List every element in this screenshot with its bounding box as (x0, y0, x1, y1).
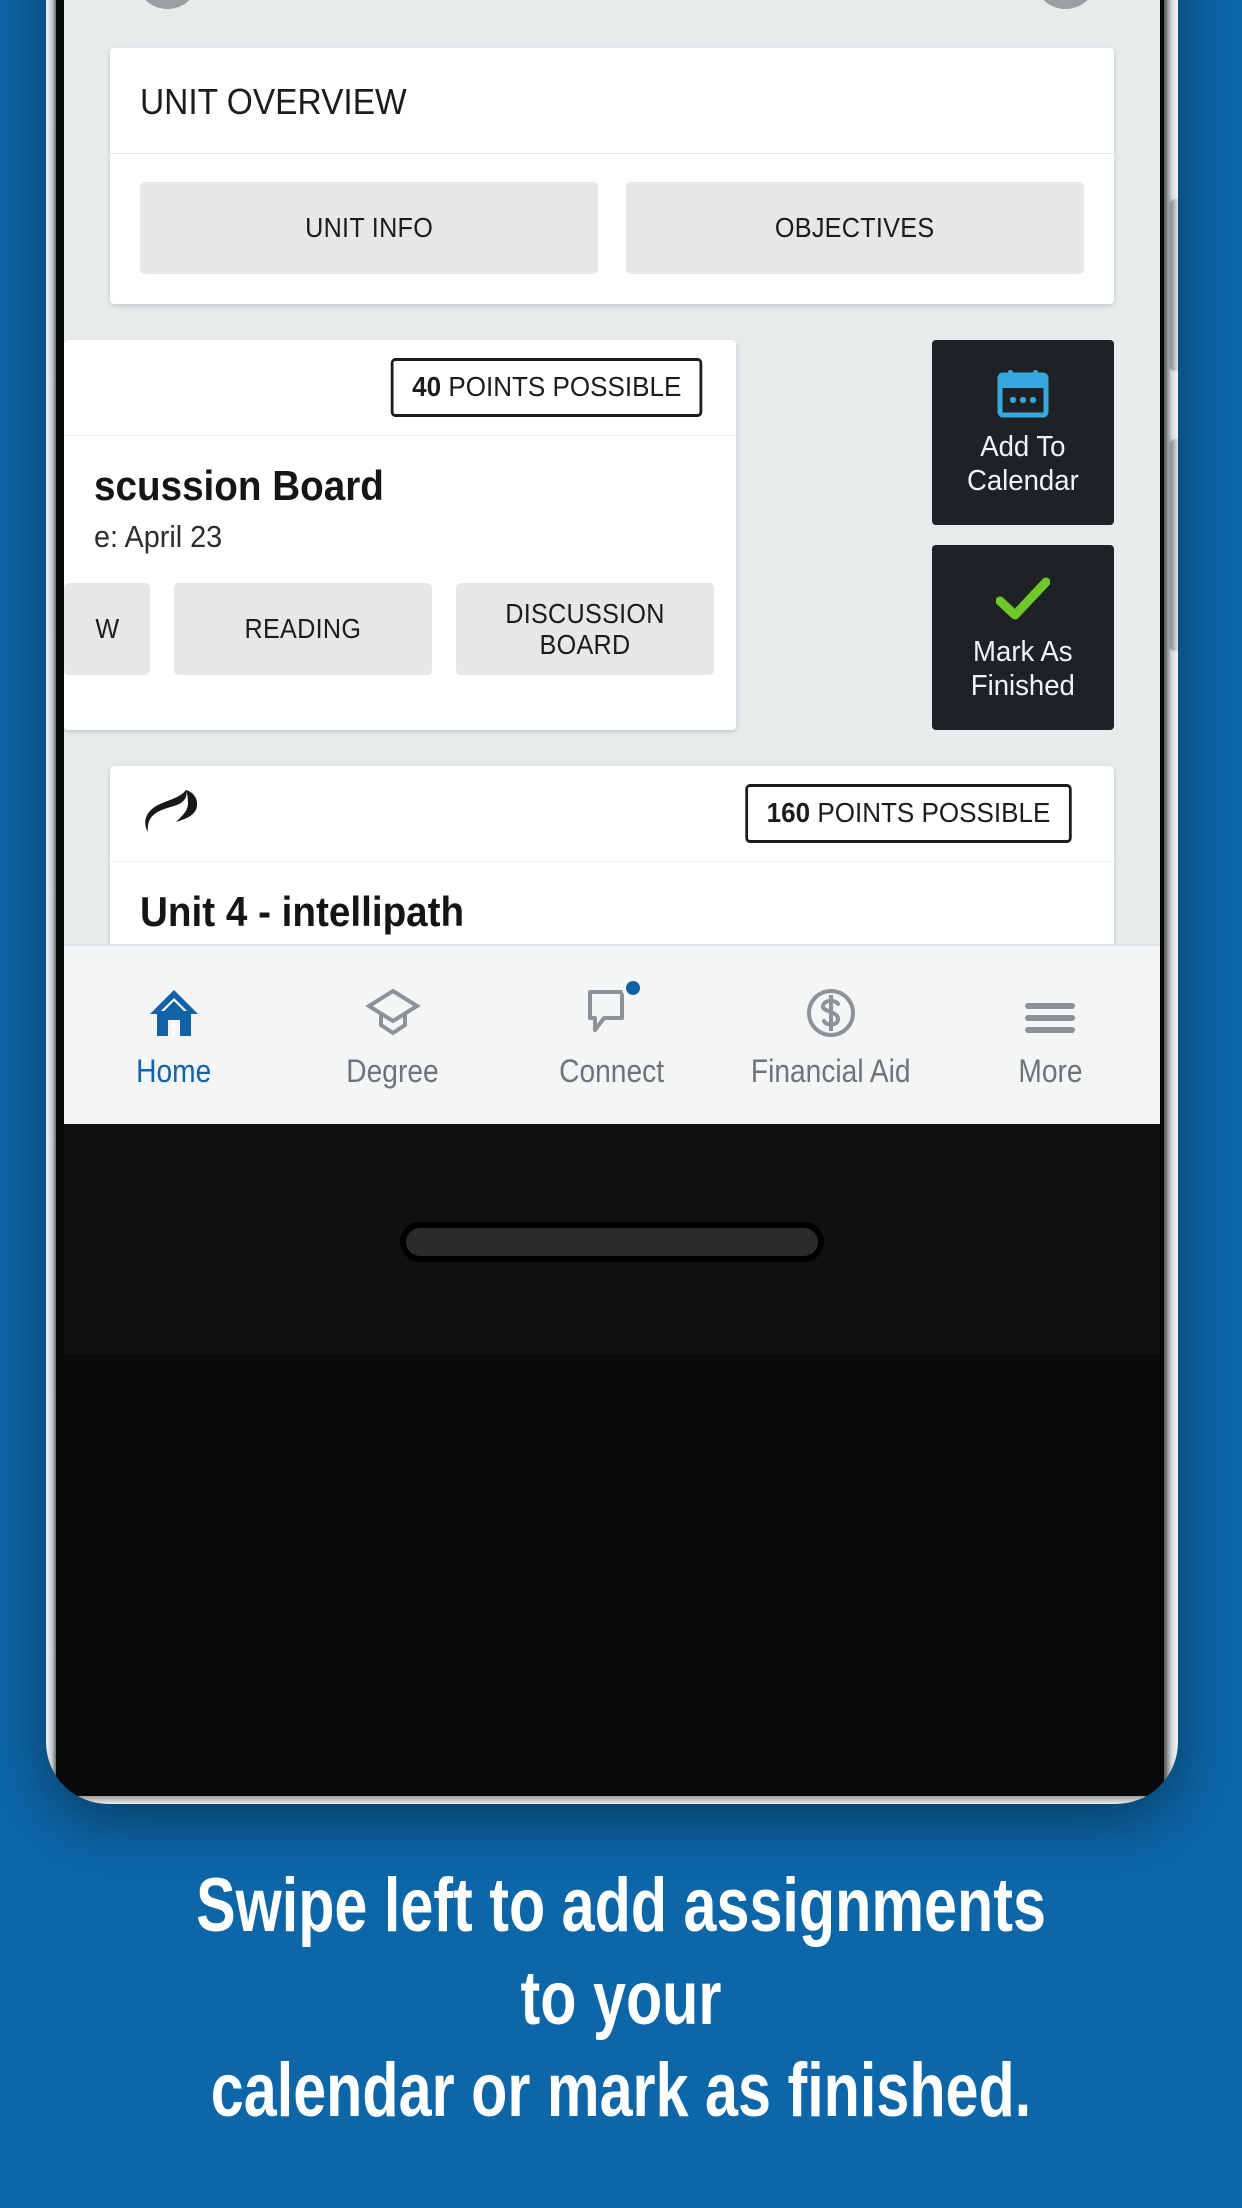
scroll-content[interactable]: UNIT OVERVIEW UNIT INFO OBJECTIVES 40 PO… (64, 48, 1160, 1124)
unit-info-label: UNIT INFO (305, 212, 433, 244)
caption-line-1: Swipe left to add assignments to your (196, 1863, 1046, 2041)
chat-bubble-icon (584, 976, 644, 1039)
phone-bezel-left (46, 0, 56, 1804)
hamburger-menu-icon (1021, 981, 1079, 1039)
tab-financial-aid-label: Financial Aid (751, 1052, 912, 1089)
discussion-board-card-body: scussion Board e: April 23 (64, 436, 736, 555)
unit-overview-header: UNIT OVERVIEW (110, 48, 1114, 154)
overview-label-clipped: W (94, 613, 120, 645)
overview-button-clipped[interactable]: W (64, 583, 150, 675)
promo-caption: Swipe left to add assignments to your ca… (137, 1860, 1106, 2138)
page-title: UNIT 4 APR 17 - APR 23 (130, 0, 1094, 2)
power-hardware-button[interactable] (1171, 440, 1178, 650)
caption-line-2: calendar or mark as finished. (210, 2048, 1032, 2134)
discussion-board-button[interactable]: DISCUSSION BOARD (456, 583, 714, 675)
tab-home[interactable]: Home (64, 946, 283, 1124)
unit-label: UNIT 4 (409, 0, 524, 1)
reading-label: READING (244, 613, 362, 645)
phone-device-frame: UNIT 4 APR 17 - APR 23 UNIT OVERVIEW UNI… (46, 0, 1178, 1804)
mark-as-finished-label: Mark As Finished (970, 635, 1076, 702)
intellipath-title: Unit 4 - intellipath (140, 888, 465, 935)
points-value: 40 (411, 371, 441, 402)
date-range: APR 17 - APR 23 (534, 0, 815, 1)
swipe-action-panel: Add To Calendar Mark As Finished (932, 340, 1114, 730)
intellipath-points-value: 160 (766, 797, 811, 828)
discussion-board-card[interactable]: 40 POINTS POSSIBLE scussion Board e: Apr… (64, 340, 736, 730)
tab-connect-label: Connect (559, 1052, 665, 1089)
points-possible-badge: 40 POINTS POSSIBLE (390, 358, 703, 417)
points-suffix: POINTS POSSIBLE (440, 371, 681, 402)
home-indicator-bar[interactable] (406, 1228, 818, 1256)
reading-button[interactable]: READING (174, 583, 432, 675)
unit-overview-actions: UNIT INFO OBJECTIVES (110, 154, 1114, 304)
discussion-board-button-label: DISCUSSION BOARD (505, 597, 665, 660)
tab-more-label: More (1018, 1052, 1083, 1089)
tab-degree-label: Degree (346, 1052, 439, 1089)
tab-connect[interactable]: Connect (502, 946, 721, 1124)
add-to-calendar-label: Add To Calendar (967, 430, 1079, 497)
discussion-board-title: scussion Board (94, 462, 384, 509)
dollar-circle-icon (804, 981, 858, 1039)
bottom-tab-bar: Home Degree Connect Financial Aid More (64, 944, 1160, 1124)
phone-bezel-bottom (46, 1796, 1178, 1804)
unit-overview-card: UNIT OVERVIEW UNIT INFO OBJECTIVES (110, 48, 1114, 304)
mark-as-finished-button[interactable]: Mark As Finished (932, 545, 1114, 730)
discussion-board-card-header: 40 POINTS POSSIBLE (64, 340, 736, 436)
discussion-board-meta: e: April 23 (94, 519, 223, 554)
objectives-label: OBJECTIVES (775, 212, 935, 244)
swiped-assignment-row: 40 POINTS POSSIBLE scussion Board e: Apr… (64, 340, 1114, 730)
unit-overview-title: UNIT OVERVIEW (140, 81, 407, 122)
intellipath-points-badge: 160 POINTS POSSIBLE (745, 784, 1072, 843)
add-to-calendar-button[interactable]: Add To Calendar (932, 340, 1114, 525)
graduation-cap-icon (364, 981, 422, 1039)
home-icon (147, 981, 201, 1039)
unit-info-button[interactable]: UNIT INFO (140, 182, 598, 274)
tab-degree[interactable]: Degree (283, 946, 502, 1124)
tab-more[interactable]: More (941, 946, 1160, 1124)
intellipath-logo-icon (140, 784, 202, 843)
intellipath-points-suffix: POINTS POSSIBLE (810, 797, 1051, 828)
phone-chin (64, 1124, 1160, 1354)
volume-hardware-button[interactable] (1171, 200, 1178, 370)
app-header: UNIT 4 APR 17 - APR 23 (64, 0, 1160, 48)
objectives-button[interactable]: OBJECTIVES (626, 182, 1084, 274)
tab-home-label: Home (136, 1052, 212, 1089)
tab-financial-aid[interactable]: Financial Aid (722, 946, 941, 1124)
checkmark-icon (996, 572, 1050, 626)
phone-screen: UNIT 4 APR 17 - APR 23 UNIT OVERVIEW UNI… (64, 0, 1160, 1124)
calendar-icon (997, 367, 1049, 421)
connect-notification-badge (622, 976, 644, 999)
intellipath-card-header: 160 POINTS POSSIBLE (110, 766, 1114, 862)
discussion-board-actions: W READING DISCUSSION BOARD (64, 555, 736, 701)
